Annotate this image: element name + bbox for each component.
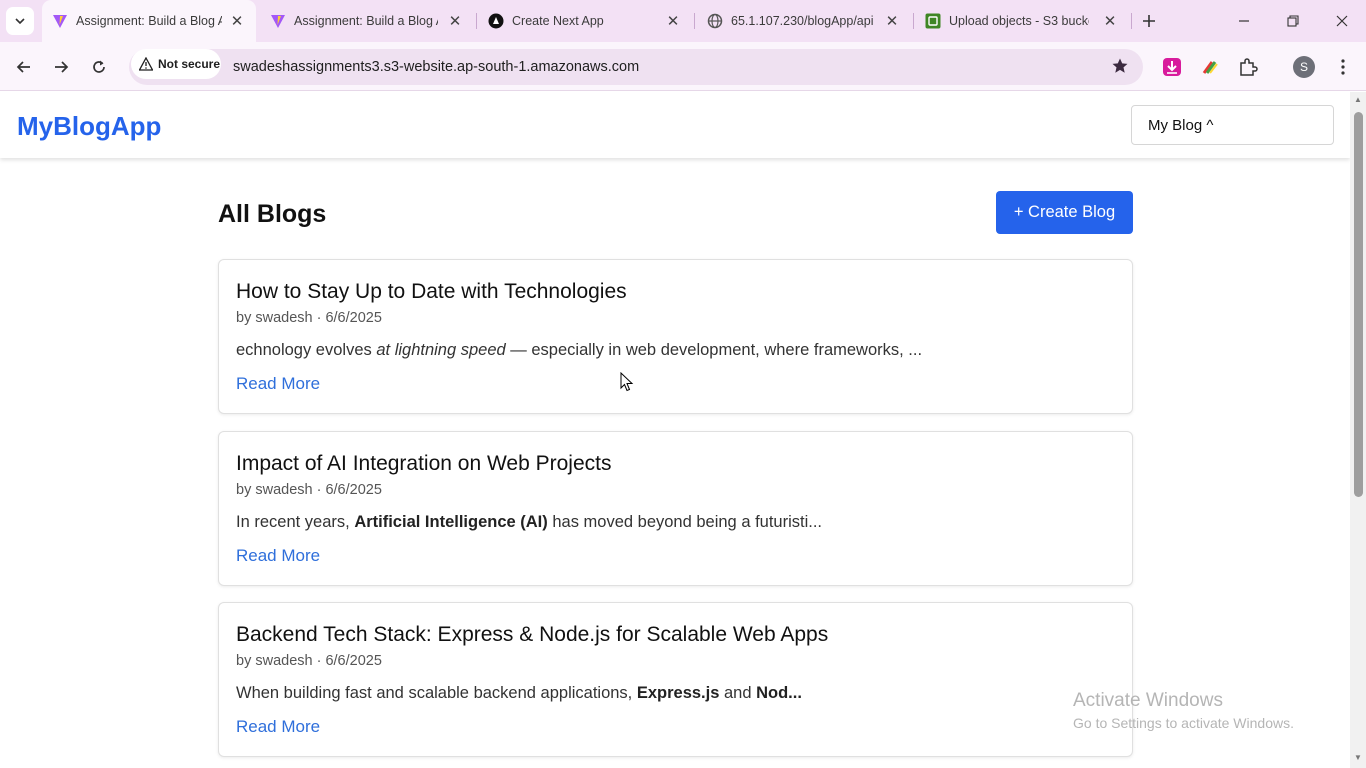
my-blog-dropdown[interactable]: My Blog ^: [1131, 105, 1334, 145]
mouse-cursor-icon: [620, 372, 634, 392]
blog-title: Backend Tech Stack: Express & Node.js fo…: [236, 623, 829, 646]
restore-icon: [1287, 15, 1299, 27]
tab-search-button[interactable]: [6, 7, 34, 35]
arrow-right-icon: [55, 61, 69, 73]
app-logo[interactable]: MyBlogApp: [17, 111, 161, 142]
excerpt-bold: Express.js: [636, 684, 720, 702]
globe-icon: [707, 13, 723, 29]
close-icon[interactable]: ✕: [664, 12, 682, 30]
minimize-icon: [1239, 20, 1249, 22]
minimize-button[interactable]: [1221, 0, 1267, 42]
download-extension-icon[interactable]: [1160, 55, 1184, 79]
excerpt-text: In recent years,: [236, 513, 355, 531]
security-label: Not secure: [158, 57, 221, 71]
close-icon[interactable]: ✕: [228, 12, 246, 30]
watermark-title: Activate Windows: [1073, 690, 1223, 711]
browser-tab[interactable]: Assignment: Build a Blog Ap ✕: [260, 0, 474, 42]
tab-title: Create Next App: [512, 14, 604, 28]
page-title: All Blogs: [218, 200, 327, 228]
reload-icon: [93, 60, 105, 73]
excerpt-text: has moved beyond being a futuristi...: [547, 513, 823, 531]
blog-meta: by swadesh · 6/6/2025: [236, 482, 382, 498]
extensions-puzzle-icon[interactable]: [1236, 55, 1260, 79]
page-scrollbar[interactable]: ▲ ▼: [1350, 92, 1366, 768]
excerpt-italic: at lightning speed: [376, 341, 506, 359]
new-tab-button[interactable]: [1138, 10, 1160, 32]
scroll-down-arrow-icon[interactable]: ▼: [1353, 754, 1363, 762]
blog-title: Impact of AI Integration on Web Projects: [236, 452, 612, 475]
arrow-left-icon: [16, 61, 30, 73]
tab-separator: [913, 13, 914, 29]
browser-tabstrip: Assignment: Build a Blog Ap ✕ Assignment…: [0, 0, 1366, 42]
close-icon[interactable]: ✕: [1101, 12, 1119, 30]
scrollbar-thumb[interactable]: [1354, 112, 1363, 497]
blog-meta: by swadesh · 6/6/2025: [236, 310, 382, 326]
chevron-down-icon: [15, 18, 25, 25]
tab-title: Assignment: Build a Blog Ap: [294, 14, 438, 28]
tab-separator: [476, 13, 477, 29]
s3-icon: [925, 13, 941, 29]
app-navbar: MyBlogApp My Blog ^: [0, 92, 1350, 158]
scroll-up-arrow-icon[interactable]: ▲: [1353, 96, 1363, 104]
url-text: swadeshassignments3.s3-website.ap-south-…: [233, 59, 640, 75]
tab-title: Upload objects - S3 bucket: [949, 14, 1089, 28]
security-chip[interactable]: Not secure: [131, 49, 221, 79]
browser-tab[interactable]: 65.1.107.230/blogApp/api ✕: [697, 0, 911, 42]
back-button[interactable]: [9, 52, 39, 82]
bookmark-star-icon[interactable]: [1111, 57, 1131, 77]
warning-icon: [139, 57, 153, 71]
blog-card: How to Stay Up to Date with Technologies…: [218, 259, 1133, 414]
excerpt-text: and: [719, 684, 757, 702]
blog-title: How to Stay Up to Date with Technologies: [236, 280, 627, 303]
page-viewport: MyBlogApp My Blog ^ All Blogs + Create B…: [0, 92, 1350, 768]
browser-toolbar: Not secure swadeshassignments3.s3-websit…: [0, 42, 1366, 91]
blog-card: Backend Tech Stack: Express & Node.js fo…: [218, 602, 1133, 757]
close-icon[interactable]: ✕: [883, 12, 901, 30]
plus-icon: [1143, 15, 1155, 27]
windows-activation-watermark: Activate Windows Go to Settings to activ…: [1073, 690, 1294, 731]
profile-avatar[interactable]: S: [1293, 56, 1315, 78]
blog-meta: by swadesh · 6/6/2025: [236, 653, 382, 669]
excerpt-text: echnology evolves: [236, 341, 377, 359]
read-more-link[interactable]: Read More: [236, 717, 320, 737]
address-bar[interactable]: Not secure swadeshassignments3.s3-websit…: [129, 49, 1143, 85]
color-picker-extension-icon[interactable]: [1198, 55, 1222, 79]
tab-separator: [1131, 13, 1132, 29]
window-close-button[interactable]: [1319, 0, 1365, 42]
blog-card: Impact of AI Integration on Web Projects…: [218, 431, 1133, 586]
vite-icon: [270, 13, 286, 29]
blog-excerpt: echnology evolves at lightning speed — e…: [236, 341, 922, 360]
blog-excerpt: When building fast and scalable backend …: [236, 684, 802, 703]
close-icon[interactable]: ✕: [446, 12, 464, 30]
browser-tab[interactable]: Upload objects - S3 bucket ✕: [915, 0, 1129, 42]
vite-icon: [52, 13, 68, 29]
excerpt-bold: Artificial Intelligence (AI): [354, 513, 548, 531]
forward-button[interactable]: [46, 52, 76, 82]
watermark-subtitle: Go to Settings to activate Windows.: [1073, 715, 1294, 731]
create-blog-button[interactable]: + Create Blog: [996, 191, 1133, 234]
restore-button[interactable]: [1270, 0, 1316, 42]
nextjs-icon: [488, 13, 504, 29]
excerpt-text: — especially in web development, where f…: [505, 341, 923, 359]
excerpt-text: When building fast and scalable backend …: [236, 684, 637, 702]
more-menu-icon[interactable]: [1333, 55, 1353, 79]
browser-tab[interactable]: Create Next App ✕: [478, 0, 692, 42]
tab-title: 65.1.107.230/blogApp/api: [731, 14, 874, 28]
reload-button[interactable]: [84, 52, 114, 82]
tab-title: Assignment: Build a Blog Ap: [76, 14, 222, 28]
read-more-link[interactable]: Read More: [236, 546, 320, 566]
read-more-link[interactable]: Read More: [236, 374, 320, 394]
blog-excerpt: In recent years, Artificial Intelligence…: [236, 513, 822, 532]
tab-separator: [694, 13, 695, 29]
close-icon: [1336, 15, 1348, 27]
browser-tab[interactable]: Assignment: Build a Blog Ap ✕: [42, 0, 256, 42]
excerpt-bold: Nod...: [756, 684, 802, 702]
